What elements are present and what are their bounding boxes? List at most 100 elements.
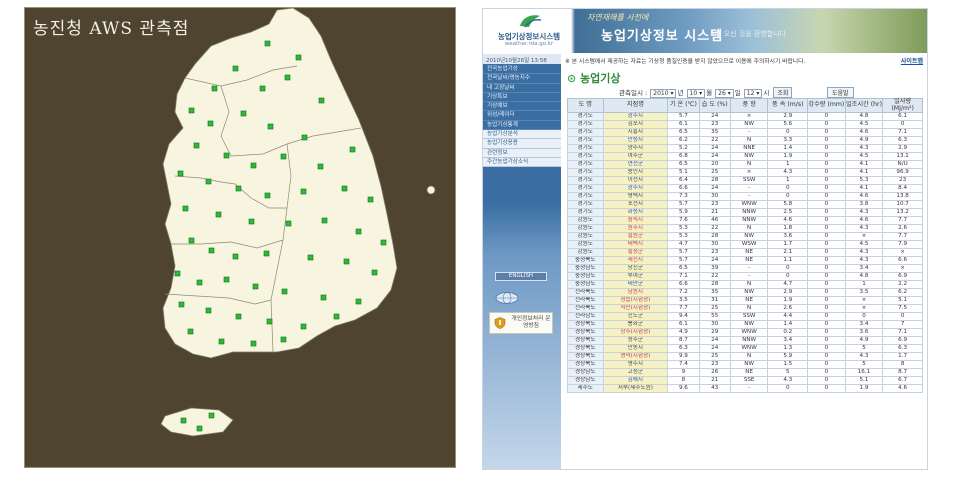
station-marker <box>211 85 218 92</box>
data-cell: 6.5 <box>667 128 700 137</box>
col-wind-speed[interactable]: 풍 속 (m/s) <box>767 98 809 113</box>
sidebar-item-analysis[interactable]: 농업기상분석 <box>483 130 561 140</box>
data-cell: 23 <box>698 248 731 257</box>
station-name-link[interactable]: 성주군 <box>602 336 669 345</box>
data-cell: 0 <box>807 304 846 313</box>
station-name-link[interactable]: 용인시 <box>602 168 669 177</box>
data-cell: 4.1 <box>844 168 884 177</box>
data-cell: 1.4 <box>767 320 809 329</box>
sidebar-item-related-info[interactable]: 관련정보 <box>483 148 561 158</box>
station-marker <box>196 425 203 432</box>
data-cell: 24 <box>698 184 731 193</box>
station-name-link[interactable]: 영주시 <box>602 360 669 369</box>
col-temperature[interactable]: 기 온 (℃) <box>667 98 700 113</box>
sidebar-item-warnings[interactable]: 기상특보 <box>483 93 561 103</box>
shield-icon <box>494 317 506 329</box>
station-name-link[interactable]: 양주시 <box>602 144 669 153</box>
province-cell: 경기도 <box>567 176 604 185</box>
search-button[interactable]: 조회 <box>773 87 793 98</box>
station-name-link[interactable]: 안동시 <box>602 344 669 353</box>
sidebar-item-national-weather[interactable]: 전국농업기상 <box>483 65 561 75</box>
station-name-link[interactable]: 남원시 <box>602 288 669 297</box>
station-name-link[interactable]: 익산(시험장) <box>602 304 669 313</box>
station-name-link[interactable]: 정읍(시험장) <box>602 296 669 305</box>
sidebar-item-application[interactable]: 농업기상응용 <box>483 139 561 149</box>
data-cell: N <box>729 304 769 313</box>
english-button[interactable]: ENGLISH <box>495 272 547 281</box>
sidebar-item-farming-index[interactable]: 전국날씨/영농지수 <box>483 74 561 84</box>
sidebar-item-forecast[interactable]: 기상예보 <box>483 102 561 112</box>
station-name-link[interactable]: 원주시 <box>602 224 669 233</box>
station-name-link[interactable]: 김해시 <box>602 376 669 385</box>
station-name-link[interactable]: 태안군 <box>602 280 669 289</box>
banner-title: 농업기상정보 시스템 <box>601 29 724 44</box>
station-name-link[interactable]: 삼척시 <box>602 216 669 225</box>
data-cell: 0 <box>807 160 846 169</box>
station-name-link[interactable]: 당진군 <box>602 264 669 273</box>
station-name-link[interactable]: 철원군 <box>602 232 669 241</box>
sitemap-link[interactable]: 사이트맵 <box>901 56 923 65</box>
station-name-link[interactable]: 김포시 <box>602 120 669 129</box>
station-name-link[interactable]: 연천군 <box>602 160 669 169</box>
data-cell: 3.5 <box>667 296 700 305</box>
site-logo[interactable]: 농업기상정보시스템 weather.rda.go.kr <box>487 11 571 51</box>
province-cell: 강원도 <box>567 216 604 225</box>
station-name-link[interactable]: 여주군 <box>602 152 669 161</box>
station-name-link[interactable]: 횡성군 <box>602 248 669 257</box>
station-marker <box>307 254 314 261</box>
data-cell: 3.6 <box>844 328 884 337</box>
data-cell: 4.5 <box>844 240 884 249</box>
data-cell: 35 <box>698 288 731 297</box>
station-name-link[interactable]: 영덕(시험장) <box>602 352 669 361</box>
sidebar-item-satellite-radar[interactable]: 위성/레이더 <box>483 111 561 121</box>
station-name-link[interactable]: 시흥시 <box>602 128 669 137</box>
station-name-link[interactable]: 포천시 <box>602 200 669 209</box>
station-name-link[interactable]: 진도군 <box>602 312 669 321</box>
data-cell: 8 <box>667 376 700 385</box>
sidebar-item-statistics[interactable]: 농업기상통계 <box>483 121 561 131</box>
col-precipitation[interactable]: 강수량 (mm) <box>807 98 846 113</box>
year-select[interactable]: 2010 ▾ <box>650 89 677 98</box>
data-cell: 0 <box>767 184 809 193</box>
station-name-link[interactable]: 태백시 <box>602 240 669 249</box>
station-name-link[interactable]: 평택시 <box>602 192 669 201</box>
data-cell: 6.5 <box>667 264 700 273</box>
station-name-link[interactable]: 서부(제주도원) <box>602 384 669 393</box>
help-button[interactable]: 도움말 <box>827 87 854 98</box>
col-station[interactable]: 지점명 <box>602 98 669 113</box>
station-name-link[interactable]: 상주(시험장) <box>602 328 669 337</box>
station-name-link[interactable]: 안성시 <box>602 136 669 145</box>
col-radiation[interactable]: 일사량 (MJ/m²) <box>882 98 923 113</box>
data-cell: 4.9 <box>667 328 700 337</box>
data-cell: 7.7 <box>667 304 700 313</box>
data-cell: 0 <box>807 144 846 153</box>
sidebar-item-weekly-news[interactable]: 주간농업기상소식 <box>483 157 561 168</box>
col-wind-direction[interactable]: 풍 향 <box>729 98 769 113</box>
hour-select[interactable]: 12 ▾ <box>743 89 763 98</box>
data-cell: 8.7 <box>667 336 700 345</box>
station-name-link[interactable]: 고성군 <box>602 368 669 377</box>
table-row: 경기도 용인시 5.1 25 × 4.3 0 4.1 96.9 <box>567 168 923 177</box>
station-name-link[interactable]: 봉화군 <box>602 320 669 329</box>
globe-icon[interactable] <box>495 292 519 304</box>
station-name-link[interactable]: 광주시 <box>602 112 669 121</box>
station-name-link[interactable]: 부여군 <box>602 272 669 281</box>
data-cell: 1.5 <box>767 360 809 369</box>
data-cell: 5.3 <box>844 176 884 185</box>
data-cell: 0 <box>807 168 846 177</box>
data-cell: 0 <box>807 192 846 201</box>
col-province[interactable]: 도 명 <box>567 98 604 113</box>
station-name-link[interactable]: 화성시 <box>602 208 669 217</box>
col-humidity[interactable]: 습 도 (%) <box>698 98 731 113</box>
day-select[interactable]: 26 ▾ <box>715 89 734 98</box>
station-name-link[interactable]: 이천시 <box>602 176 669 185</box>
data-cell: × <box>844 304 884 313</box>
data-cell: NW <box>729 152 769 161</box>
privacy-policy-link[interactable]: 개인정보처리 운영방침 <box>489 312 553 334</box>
sidebar-item-local-weather[interactable]: 내 고장날씨 <box>483 84 561 93</box>
col-sunshine[interactable]: 일조시간 (hr) <box>844 98 884 113</box>
month-select[interactable]: 10 ▾ <box>686 89 706 98</box>
data-cell: 2.9 <box>882 144 923 153</box>
station-name-link[interactable]: 광주시 <box>602 184 669 193</box>
station-name-link[interactable]: 제천시 <box>602 256 669 265</box>
